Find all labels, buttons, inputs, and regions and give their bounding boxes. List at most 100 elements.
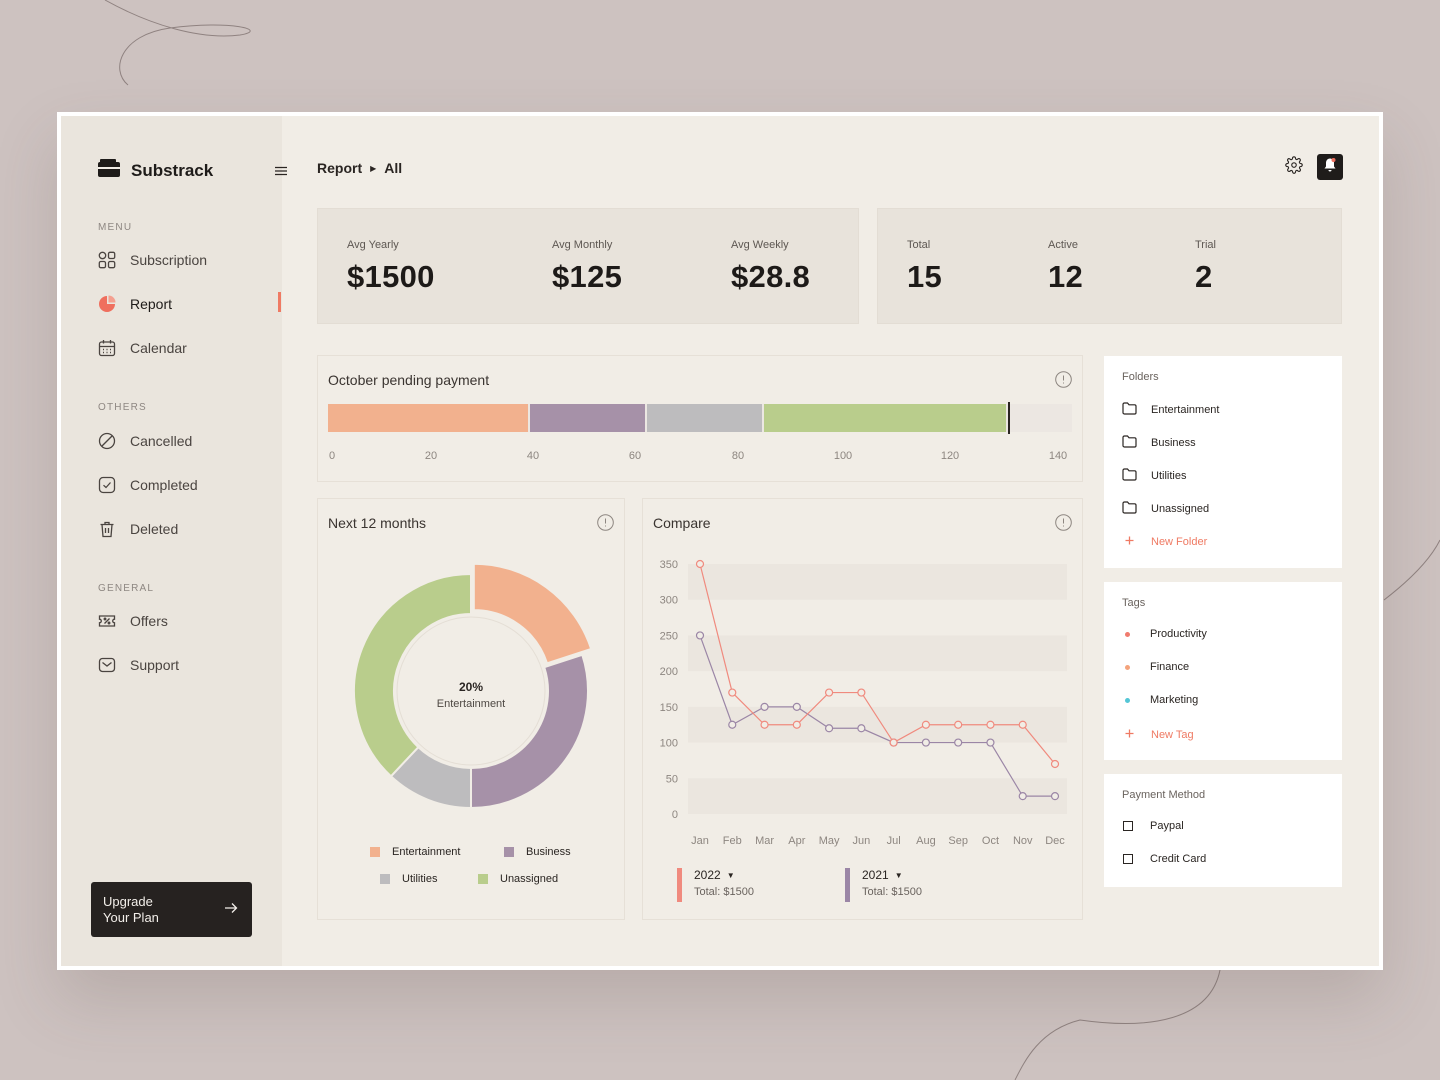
legend-label: Business: [526, 846, 571, 858]
x-tick-label: 80: [731, 450, 745, 462]
sidebar-item-support[interactable]: Support: [98, 654, 268, 676]
data-point-2022[interactable]: [728, 688, 737, 697]
stat-avg-monthly: Avg Monthly $125: [552, 239, 622, 295]
trash-icon: [98, 520, 116, 538]
sidebar-item-label: Report: [130, 296, 173, 312]
data-point-2022[interactable]: [1050, 759, 1060, 769]
tag-productivity[interactable]: Productivity: [1122, 628, 1207, 640]
data-point-2021[interactable]: [1018, 792, 1027, 801]
arrow-right-icon: [224, 901, 238, 919]
sidebar: Substrack MENU Subscription Report Calen…: [61, 116, 287, 966]
calendar-icon: [98, 339, 116, 357]
tag-label: Marketing: [1150, 694, 1199, 706]
data-point-2022[interactable]: [824, 688, 834, 697]
data-point-2021[interactable]: [824, 724, 834, 733]
payment-credit-card-checkbox[interactable]: Credit Card: [1122, 853, 1206, 865]
payment-paypal-checkbox[interactable]: Paypal: [1122, 820, 1184, 832]
year-total: Total: $1500: [694, 886, 754, 898]
stat-value: 15: [907, 259, 943, 294]
upgrade-plan-button[interactable]: Upgrade Your Plan: [91, 882, 252, 937]
bar-segment-entertainment[interactable]: [328, 404, 528, 432]
y-tick-label: 0: [672, 809, 678, 821]
data-point-2021[interactable]: [857, 724, 866, 733]
legend-label: Unassigned: [500, 873, 559, 885]
new-folder-button[interactable]: New Folder: [1122, 534, 1207, 550]
y-tick-label: 150: [660, 702, 678, 714]
sidebar-item-label: Offers: [130, 613, 168, 629]
year-dropdown[interactable]: 2021 ▼: [862, 868, 922, 882]
x-tick-label: Jul: [887, 835, 901, 847]
sidebar-item-completed[interactable]: Completed: [98, 474, 268, 496]
check-box-icon: [98, 476, 116, 494]
donut-center-label: 20% Entertainment: [421, 680, 521, 710]
series-swatch: [845, 868, 850, 902]
data-point-2022[interactable]: [695, 559, 705, 569]
folder-label: Utilities: [1151, 470, 1187, 482]
sidebar-item-deleted[interactable]: Deleted: [98, 518, 268, 540]
legend-swatch: [478, 874, 488, 884]
section-label-others: OTHERS: [98, 402, 147, 413]
data-point-2021[interactable]: [760, 702, 769, 711]
caret-down-icon: ▼: [894, 870, 903, 880]
folder-icon: [1122, 501, 1137, 517]
main-content: Report ▶ All Avg Yearly $1500 Avg Monthl…: [282, 116, 1379, 966]
bar-segment-unassigned[interactable]: [763, 404, 1007, 432]
data-point-2022[interactable]: [889, 738, 898, 747]
stat-avg-yearly: Avg Yearly $1500: [347, 239, 435, 295]
tag-finance[interactable]: Finance: [1122, 661, 1189, 673]
x-tick-label: 20: [424, 450, 438, 462]
legend-label: Entertainment: [392, 846, 461, 858]
breadcrumb-all[interactable]: All: [384, 160, 402, 176]
plus-icon: [1122, 727, 1137, 743]
data-point-2022[interactable]: [1018, 720, 1027, 729]
folder-unassigned[interactable]: Unassigned: [1122, 501, 1209, 517]
folder-icon: [1122, 435, 1137, 451]
x-tick-label: Oct: [982, 835, 999, 847]
bar-segment-utilities[interactable]: [646, 404, 762, 432]
y-tick-label: 250: [660, 630, 678, 642]
info-icon[interactable]: [1055, 371, 1072, 393]
x-tick-label: Aug: [916, 835, 936, 847]
data-point-2022[interactable]: [760, 720, 769, 729]
x-tick-label: Apr: [788, 835, 805, 847]
data-point-2021[interactable]: [921, 738, 931, 747]
breadcrumb-report[interactable]: Report: [317, 160, 362, 176]
folder-icon: [1122, 402, 1137, 418]
data-point-2022[interactable]: [986, 720, 995, 729]
new-tag-button[interactable]: New Tag: [1122, 727, 1194, 743]
sidebar-item-report[interactable]: Report: [98, 293, 268, 315]
tag-marketing[interactable]: Marketing: [1122, 694, 1198, 706]
legend-label: Utilities: [402, 873, 438, 885]
data-point-2021[interactable]: [695, 631, 705, 640]
series-swatch: [677, 868, 682, 902]
data-point-2022[interactable]: [921, 720, 931, 729]
sidebar-item-subscription[interactable]: Subscription: [98, 249, 268, 271]
sidebar-item-cancelled[interactable]: Cancelled: [98, 430, 268, 452]
data-point-2021[interactable]: [1050, 792, 1060, 801]
x-tick-label: 40: [526, 450, 540, 462]
tag-label: Productivity: [1150, 628, 1207, 640]
year-value: 2022: [694, 868, 721, 882]
data-point-2022[interactable]: [954, 720, 963, 729]
legend-utilities: Utilities: [380, 873, 437, 885]
year-info: 2022 ▼ Total: $1500: [694, 868, 754, 902]
data-point-2021[interactable]: [986, 738, 995, 747]
folder-utilities[interactable]: Utilities: [1122, 468, 1186, 484]
bar-segment-business[interactable]: [529, 404, 645, 432]
folder-business[interactable]: Business: [1122, 435, 1196, 451]
brand[interactable]: Substrack: [98, 159, 213, 182]
breadcrumb: Report ▶ All: [317, 160, 402, 176]
sidebar-item-offers[interactable]: Offers: [98, 610, 268, 632]
folder-label: Unassigned: [1151, 503, 1210, 515]
data-point-2022[interactable]: [857, 688, 866, 697]
data-point-2022[interactable]: [792, 720, 801, 729]
folder-entertainment[interactable]: Entertainment: [1122, 402, 1219, 418]
data-point-2021[interactable]: [954, 738, 963, 747]
settings-button[interactable]: [1281, 154, 1307, 180]
pending-payment-panel: October pending payment 0 20 40 60 80 100 120 1…: [317, 355, 1083, 482]
notifications-button[interactable]: [1317, 154, 1343, 180]
sidebar-item-calendar[interactable]: Calendar: [98, 337, 268, 359]
year-dropdown[interactable]: 2022 ▼: [694, 868, 754, 882]
data-point-2021[interactable]: [792, 702, 801, 711]
data-point-2021[interactable]: [728, 720, 737, 729]
